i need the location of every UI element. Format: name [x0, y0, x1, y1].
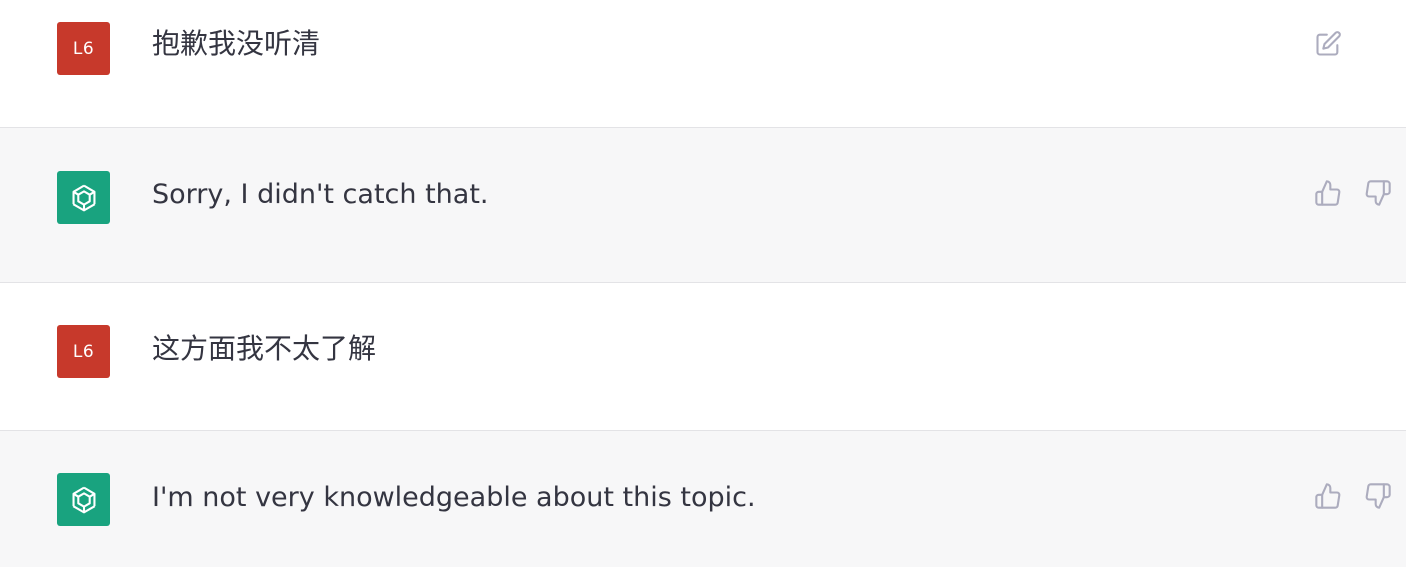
- message-actions: [1314, 179, 1392, 207]
- user-avatar: L6: [57, 22, 110, 75]
- thumbs-up-icon[interactable]: [1314, 179, 1342, 207]
- assistant-message: Sorry, I didn't catch that.: [0, 127, 1406, 283]
- chat-thread: L6 抱歉我没听清 Sorry, I didn't catch that. L6…: [0, 0, 1406, 567]
- user-message: L6 这方面我不太了解: [0, 282, 1406, 431]
- assistant-message: I'm not very knowledgeable about this to…: [0, 430, 1406, 567]
- message-text: I'm not very knowledgeable about this to…: [152, 482, 756, 513]
- user-avatar: L6: [57, 325, 110, 378]
- message-text: 这方面我不太了解: [152, 332, 377, 365]
- thumbs-down-icon[interactable]: [1364, 179, 1392, 207]
- message-text: 抱歉我没听清: [152, 27, 321, 60]
- edit-icon[interactable]: [1314, 30, 1342, 58]
- message-actions: [1314, 30, 1342, 58]
- openai-logo-icon: [57, 171, 110, 224]
- thumbs-up-icon[interactable]: [1314, 482, 1342, 510]
- message-actions: [1314, 482, 1392, 510]
- openai-logo-icon: [57, 473, 110, 526]
- thumbs-down-icon[interactable]: [1364, 482, 1392, 510]
- user-message: L6 抱歉我没听清: [0, 0, 1406, 128]
- message-text: Sorry, I didn't catch that.: [152, 179, 489, 210]
